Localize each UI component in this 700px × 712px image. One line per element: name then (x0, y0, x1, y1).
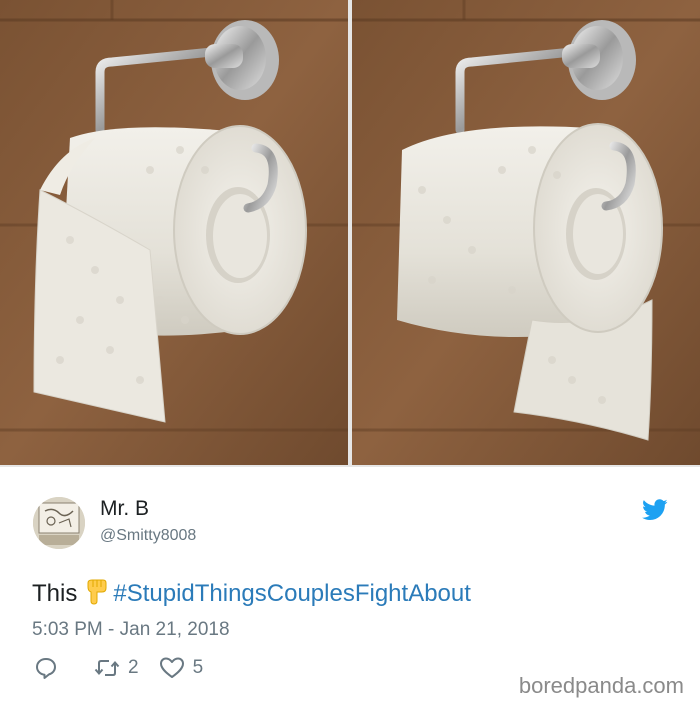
avatar[interactable] (33, 497, 85, 549)
photo-roll-over[interactable] (0, 0, 348, 465)
display-name[interactable]: Mr. B (100, 497, 149, 521)
backhand-index-pointing-down-icon (85, 579, 109, 605)
tweet-actions: 2 5 (34, 655, 203, 681)
reply-button[interactable] (34, 656, 58, 680)
hashtag-link[interactable]: #StupidThingsCouplesFightAbout (113, 580, 471, 607)
tweet-media (0, 0, 700, 467)
photo-roll-under[interactable] (352, 0, 700, 465)
user-handle[interactable]: @Smitty8008 (100, 527, 196, 545)
tweet-text-prefix: This (32, 580, 78, 607)
tweet-text: This #StupidThingsCouplesFightAbout (32, 579, 471, 608)
tweet-card: Mr. B @Smitty8008 This #StupidThingsCoup… (0, 467, 700, 712)
retweet-icon (94, 657, 120, 679)
heart-icon (159, 656, 185, 680)
like-button[interactable]: 5 (159, 656, 204, 680)
reply-icon (34, 656, 58, 680)
retweet-button[interactable]: 2 (94, 657, 139, 679)
watermark: boredpanda.com (518, 673, 684, 698)
retweet-count: 2 (128, 657, 139, 678)
like-count: 5 (192, 657, 204, 678)
tweet-timestamp[interactable]: 5:03 PM - Jan 21, 2018 (32, 619, 230, 641)
twitter-bird-icon[interactable] (642, 499, 668, 521)
